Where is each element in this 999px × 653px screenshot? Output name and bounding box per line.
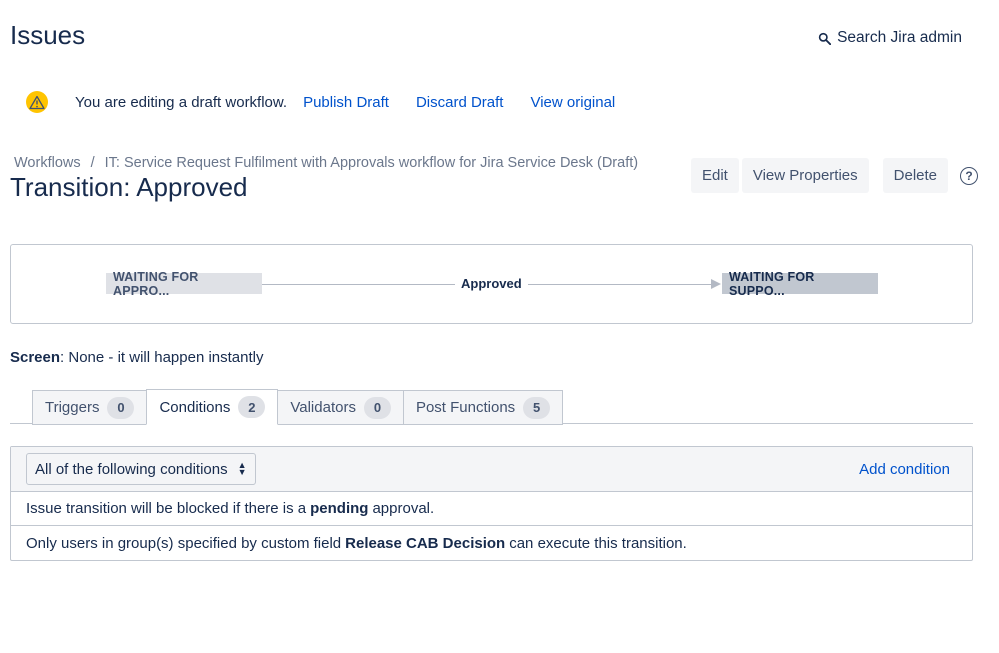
diagram-transition-label[interactable]: Approved <box>461 276 522 291</box>
breadcrumb-separator: / <box>90 155 95 171</box>
page-title: Issues <box>10 20 86 50</box>
breadcrumb: Workflows / IT: Service Request Fulfilme… <box>14 155 638 171</box>
tab-conditions[interactable]: Conditions 2 <box>146 389 279 425</box>
screen-info: Screen: None - it will happen instantly <box>10 349 263 366</box>
search-jira-admin-label: Search Jira admin <box>837 29 962 46</box>
draft-message: You are editing a draft workflow. <box>75 93 288 111</box>
breadcrumb-workflows[interactable]: Workflows <box>14 155 81 171</box>
discard-draft-link[interactable]: Discard Draft <box>416 94 504 111</box>
publish-draft-link[interactable]: Publish Draft <box>303 94 389 111</box>
screen-value: : None - it will happen instantly <box>60 349 264 366</box>
tab-label: Validators <box>290 399 356 416</box>
to-status: WAITING FOR SUPPO... <box>722 270 878 298</box>
from-status: WAITING FOR APPRO... <box>106 270 262 298</box>
tab-label: Conditions <box>159 398 231 416</box>
screen-label: Screen <box>10 349 61 366</box>
diagram-arrowhead <box>711 279 721 289</box>
tab-count-badge: 0 <box>107 396 135 419</box>
condition-group-value: All of the following conditions <box>35 460 228 478</box>
tab-count-badge: 2 <box>238 396 266 418</box>
condition-text: can execute this transition. <box>509 534 687 552</box>
delete-button[interactable]: Delete <box>882 158 948 193</box>
condition-text-bold: Release CAB Decision <box>345 534 506 552</box>
tab-validators[interactable]: Validators 0 <box>277 390 404 425</box>
help-icon[interactable]: ? <box>960 166 978 185</box>
tab-count-badge: 5 <box>523 396 551 419</box>
transition-diagram: WAITING FOR APPRO... Approved WAITING FO… <box>10 244 973 324</box>
tab-triggers[interactable]: Triggers 0 <box>32 390 148 425</box>
condition-text-bold: pending <box>310 500 369 517</box>
diagram-line-right <box>528 284 712 285</box>
conditions-header: All of the following conditions ▲ ▼ Add c… <box>11 447 972 492</box>
breadcrumb-workflow-name[interactable]: IT: Service Request Fulfilment with Appr… <box>105 155 638 171</box>
tab-label: Post Functions <box>415 399 516 416</box>
add-condition-link[interactable]: Add condition <box>859 461 950 478</box>
transition-tabs: Triggers 0 Conditions 2 Validators 0 Pos… <box>32 389 564 425</box>
condition-group-select[interactable]: All of the following conditions ▲ ▼ <box>26 453 256 485</box>
edit-button[interactable]: Edit <box>691 158 739 193</box>
condition-text: Only users in group(s) specified by cust… <box>26 534 342 552</box>
condition-text: approval. <box>372 500 435 517</box>
tab-count-badge: 0 <box>363 396 391 419</box>
transition-title: Transition: Approved <box>10 172 248 202</box>
conditions-panel: All of the following conditions ▲ ▼ Add c… <box>10 446 973 561</box>
search-jira-admin-link[interactable]: Search Jira admin <box>818 29 962 47</box>
condition-row: Only users in group(s) specified by cust… <box>11 526 972 560</box>
diagram-line-left <box>262 284 455 285</box>
condition-text: Issue transition will be blocked if ther… <box>26 500 307 517</box>
warning-icon <box>26 91 48 113</box>
search-icon <box>818 32 832 45</box>
tab-label: Triggers <box>45 399 100 416</box>
select-arrows-icon: ▲ ▼ <box>237 460 247 477</box>
view-properties-button[interactable]: View Properties <box>741 158 869 193</box>
view-original-link[interactable]: View original <box>530 94 615 111</box>
tab-post-functions[interactable]: Post Functions 5 <box>402 390 564 425</box>
draft-workflow-banner: You are editing a draft workflow. Publis… <box>26 91 642 113</box>
condition-row: Issue transition will be blocked if ther… <box>11 492 972 526</box>
transition-actions: Edit View Properties Delete ? <box>691 158 978 193</box>
